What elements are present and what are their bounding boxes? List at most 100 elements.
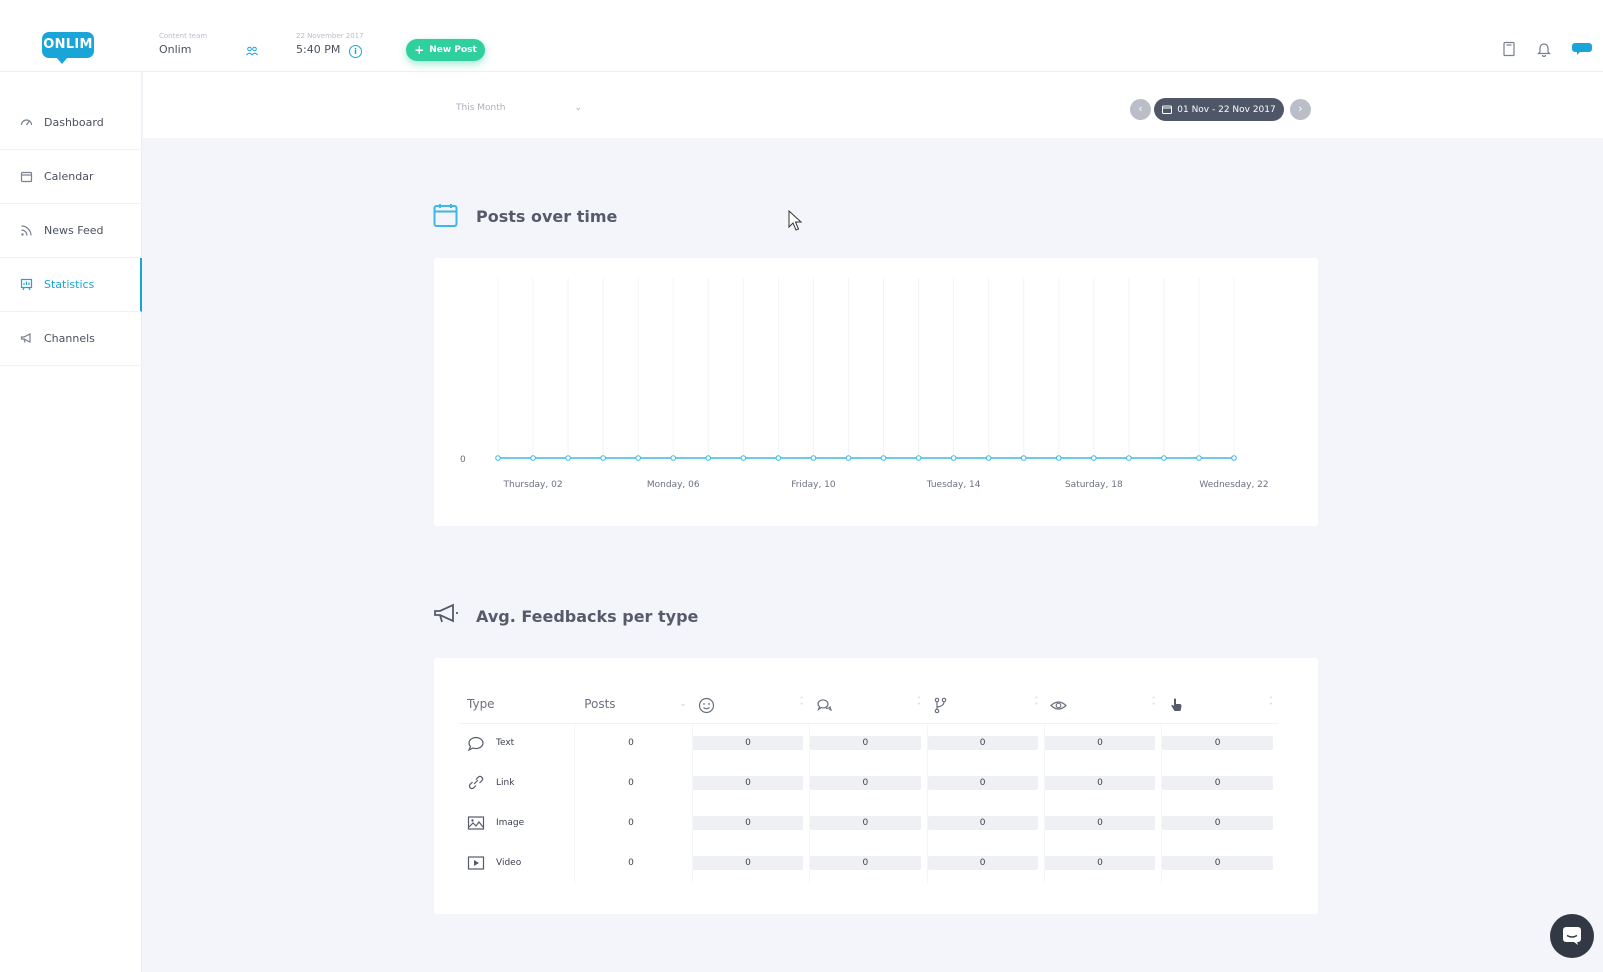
metric-cell: 0 xyxy=(926,723,1045,763)
table-row: Video 0 0 0 0 0 0 xyxy=(459,843,1279,883)
metric-value: 0 xyxy=(1162,816,1273,830)
data-point[interactable] xyxy=(1161,455,1167,461)
type-cell: Image xyxy=(459,803,574,843)
data-point[interactable] xyxy=(1091,455,1097,461)
sidebar-item-label: Calendar xyxy=(44,170,94,183)
sidebar-item-label: Statistics xyxy=(44,278,95,291)
type-label: Text xyxy=(496,738,515,749)
metric-cell: 0 xyxy=(926,763,1045,803)
speech-bubble-icon xyxy=(467,737,484,752)
feedbacks-table: Type Posts ⌄ ˄ ˅ ˄ ˅ ˄ ˅ ˄ ˅ ˄ ˅ Text 0 … xyxy=(459,685,1279,883)
data-point[interactable] xyxy=(845,455,852,461)
date-range-picker[interactable]: 01 Nov - 22 Nov 2017 xyxy=(1154,98,1284,121)
metric-cell: 0 xyxy=(691,843,810,883)
data-point[interactable] xyxy=(635,455,641,461)
date-range-label: 01 Nov - 22 Nov 2017 xyxy=(1177,104,1276,115)
new-post-button[interactable]: + New Post xyxy=(406,39,485,61)
data-point[interactable] xyxy=(670,455,677,461)
data-point[interactable] xyxy=(600,455,606,461)
y-tick-label: 0 xyxy=(460,455,466,465)
data-point[interactable] xyxy=(985,455,992,461)
sidebar-item-calendar[interactable]: Calendar xyxy=(0,150,142,204)
sidebar-item-news-feed[interactable]: News Feed xyxy=(0,204,142,258)
metric-value: 0 xyxy=(692,856,804,870)
data-point[interactable] xyxy=(740,455,747,461)
chevron-down-icon: ⌄ xyxy=(679,699,687,708)
data-point[interactable] xyxy=(1020,455,1027,461)
metric-cell: 0 xyxy=(691,803,810,843)
account-avatar-icon[interactable] xyxy=(1571,41,1593,57)
metric-cell: 0 xyxy=(1161,723,1279,763)
click-hand-icon xyxy=(1171,698,1182,711)
column-header-shares[interactable]: ˄ ˅ xyxy=(927,685,1045,724)
column-header-clicks[interactable]: ˄ ˅ xyxy=(1161,685,1279,724)
period-select[interactable]: This Month ⌄ xyxy=(456,103,582,119)
posts-count: 0 xyxy=(573,803,693,843)
metric-value: 0 xyxy=(810,776,921,790)
data-point[interactable] xyxy=(810,455,817,461)
x-tick-label: Tuesday, 14 xyxy=(926,480,981,490)
column-header-comments[interactable]: ˄ ˅ xyxy=(809,685,927,724)
posts-count: 0 xyxy=(573,723,693,763)
metric-value: 0 xyxy=(927,856,1038,870)
sort-icon[interactable]: ˄ ˅ xyxy=(800,697,804,711)
sort-icon[interactable]: ˄ ˅ xyxy=(1034,697,1038,711)
sidebar-item-channels[interactable]: Channels xyxy=(0,312,142,366)
type-label: Image xyxy=(496,818,525,828)
data-point[interactable] xyxy=(775,455,782,461)
metric-cell: 0 xyxy=(926,803,1045,843)
sort-icon[interactable]: ˄ ˅ xyxy=(917,697,921,711)
column-header-reactions[interactable]: ˄ ˅ xyxy=(692,685,810,724)
data-point[interactable] xyxy=(1196,455,1202,461)
onlim-logo[interactable]: ONLIM xyxy=(42,32,96,64)
smiley-icon xyxy=(699,697,715,714)
sort-icon[interactable]: ˄ ˅ xyxy=(1152,697,1156,711)
data-point[interactable] xyxy=(565,455,571,461)
bookmark-icon[interactable] xyxy=(1501,41,1517,57)
table-row: Text 0 0 0 0 0 0 xyxy=(459,723,1279,763)
data-point[interactable] xyxy=(705,455,712,461)
comments-icon xyxy=(816,699,832,712)
column-header-views[interactable]: ˄ ˅ xyxy=(1044,685,1162,724)
x-tick-label: Wednesday, 22 xyxy=(1199,480,1268,490)
megaphone-icon xyxy=(434,603,458,623)
sidebar-item-label: News Feed xyxy=(44,224,104,237)
data-point[interactable] xyxy=(950,455,957,461)
eye-icon xyxy=(1050,701,1068,710)
column-header-posts[interactable]: Posts ⌄ xyxy=(574,685,693,724)
info-icon[interactable]: i xyxy=(349,45,362,58)
team-label: Content team xyxy=(159,32,208,40)
data-point[interactable] xyxy=(530,455,536,461)
metric-cell: 0 xyxy=(1161,763,1279,803)
metric-value: 0 xyxy=(810,816,921,830)
image-icon xyxy=(467,816,485,830)
megaphone-icon xyxy=(20,333,31,343)
notifications-bell-icon[interactable] xyxy=(1536,41,1552,57)
metric-value: 0 xyxy=(927,736,1038,751)
team-members-icon[interactable] xyxy=(246,46,258,56)
data-point[interactable] xyxy=(1231,455,1237,461)
sort-icon[interactable]: ˄ ˅ xyxy=(1269,697,1273,711)
dashboard-gauge-icon xyxy=(20,119,33,126)
sidebar-item-dashboard[interactable]: Dashboard xyxy=(0,96,142,150)
previous-range-button[interactable]: ‹ xyxy=(1130,99,1151,120)
chevron-down-icon: ⌄ xyxy=(574,103,582,113)
data-point[interactable] xyxy=(1055,455,1062,461)
data-point[interactable] xyxy=(1126,455,1132,461)
table-header-row: Type Posts ⌄ ˄ ˅ ˄ ˅ ˄ ˅ ˄ ˅ ˄ ˅ xyxy=(459,685,1279,724)
avg-feedbacks-table-card: Type Posts ⌄ ˄ ˅ ˄ ˅ ˄ ˅ ˄ ˅ ˄ ˅ Text 0 … xyxy=(434,658,1318,914)
support-chat-button[interactable] xyxy=(1550,914,1594,958)
metric-cell: 0 xyxy=(1043,803,1162,843)
metric-value: 0 xyxy=(810,736,921,751)
metric-cell: 0 xyxy=(809,763,927,803)
metric-value: 0 xyxy=(692,776,804,790)
data-point[interactable] xyxy=(915,455,922,461)
metric-cell: 0 xyxy=(926,843,1045,883)
next-range-button[interactable]: › xyxy=(1290,99,1311,120)
metric-cell: 0 xyxy=(809,803,927,843)
posts-over-time-title: Posts over time xyxy=(476,207,618,226)
data-point[interactable] xyxy=(880,455,887,461)
data-point[interactable] xyxy=(495,455,501,461)
metric-value: 0 xyxy=(1162,856,1273,870)
sidebar-item-statistics[interactable]: Statistics xyxy=(0,258,142,312)
